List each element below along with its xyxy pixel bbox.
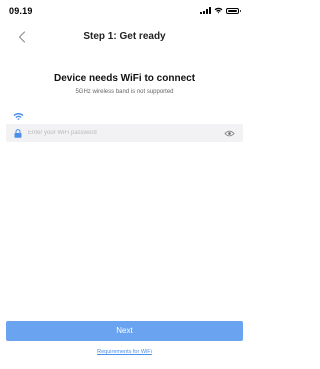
status-icons bbox=[200, 7, 241, 14]
wifi-status-icon bbox=[214, 7, 223, 14]
status-bar: 09.19 bbox=[0, 0, 249, 22]
password-input[interactable] bbox=[28, 124, 224, 142]
battery-icon bbox=[226, 7, 241, 14]
wifi-icon bbox=[13, 113, 24, 121]
eye-icon[interactable] bbox=[224, 129, 235, 137]
requirements-link[interactable]: Requirements for WiFi bbox=[0, 349, 249, 355]
password-field[interactable] bbox=[6, 124, 243, 142]
page-title: Step 1: Get ready bbox=[83, 31, 166, 42]
main-heading: Device needs WiFi to connect bbox=[53, 73, 196, 84]
nav-bar: Step 1: Get ready bbox=[0, 26, 249, 48]
next-button[interactable]: Next bbox=[6, 321, 243, 341]
lock-icon bbox=[13, 128, 22, 138]
signal-icon bbox=[200, 7, 211, 14]
status-time: 09.19 bbox=[9, 6, 33, 16]
subheading: 5GHz wireless band is not supported bbox=[75, 89, 174, 95]
wifi-indicator bbox=[13, 108, 25, 121]
